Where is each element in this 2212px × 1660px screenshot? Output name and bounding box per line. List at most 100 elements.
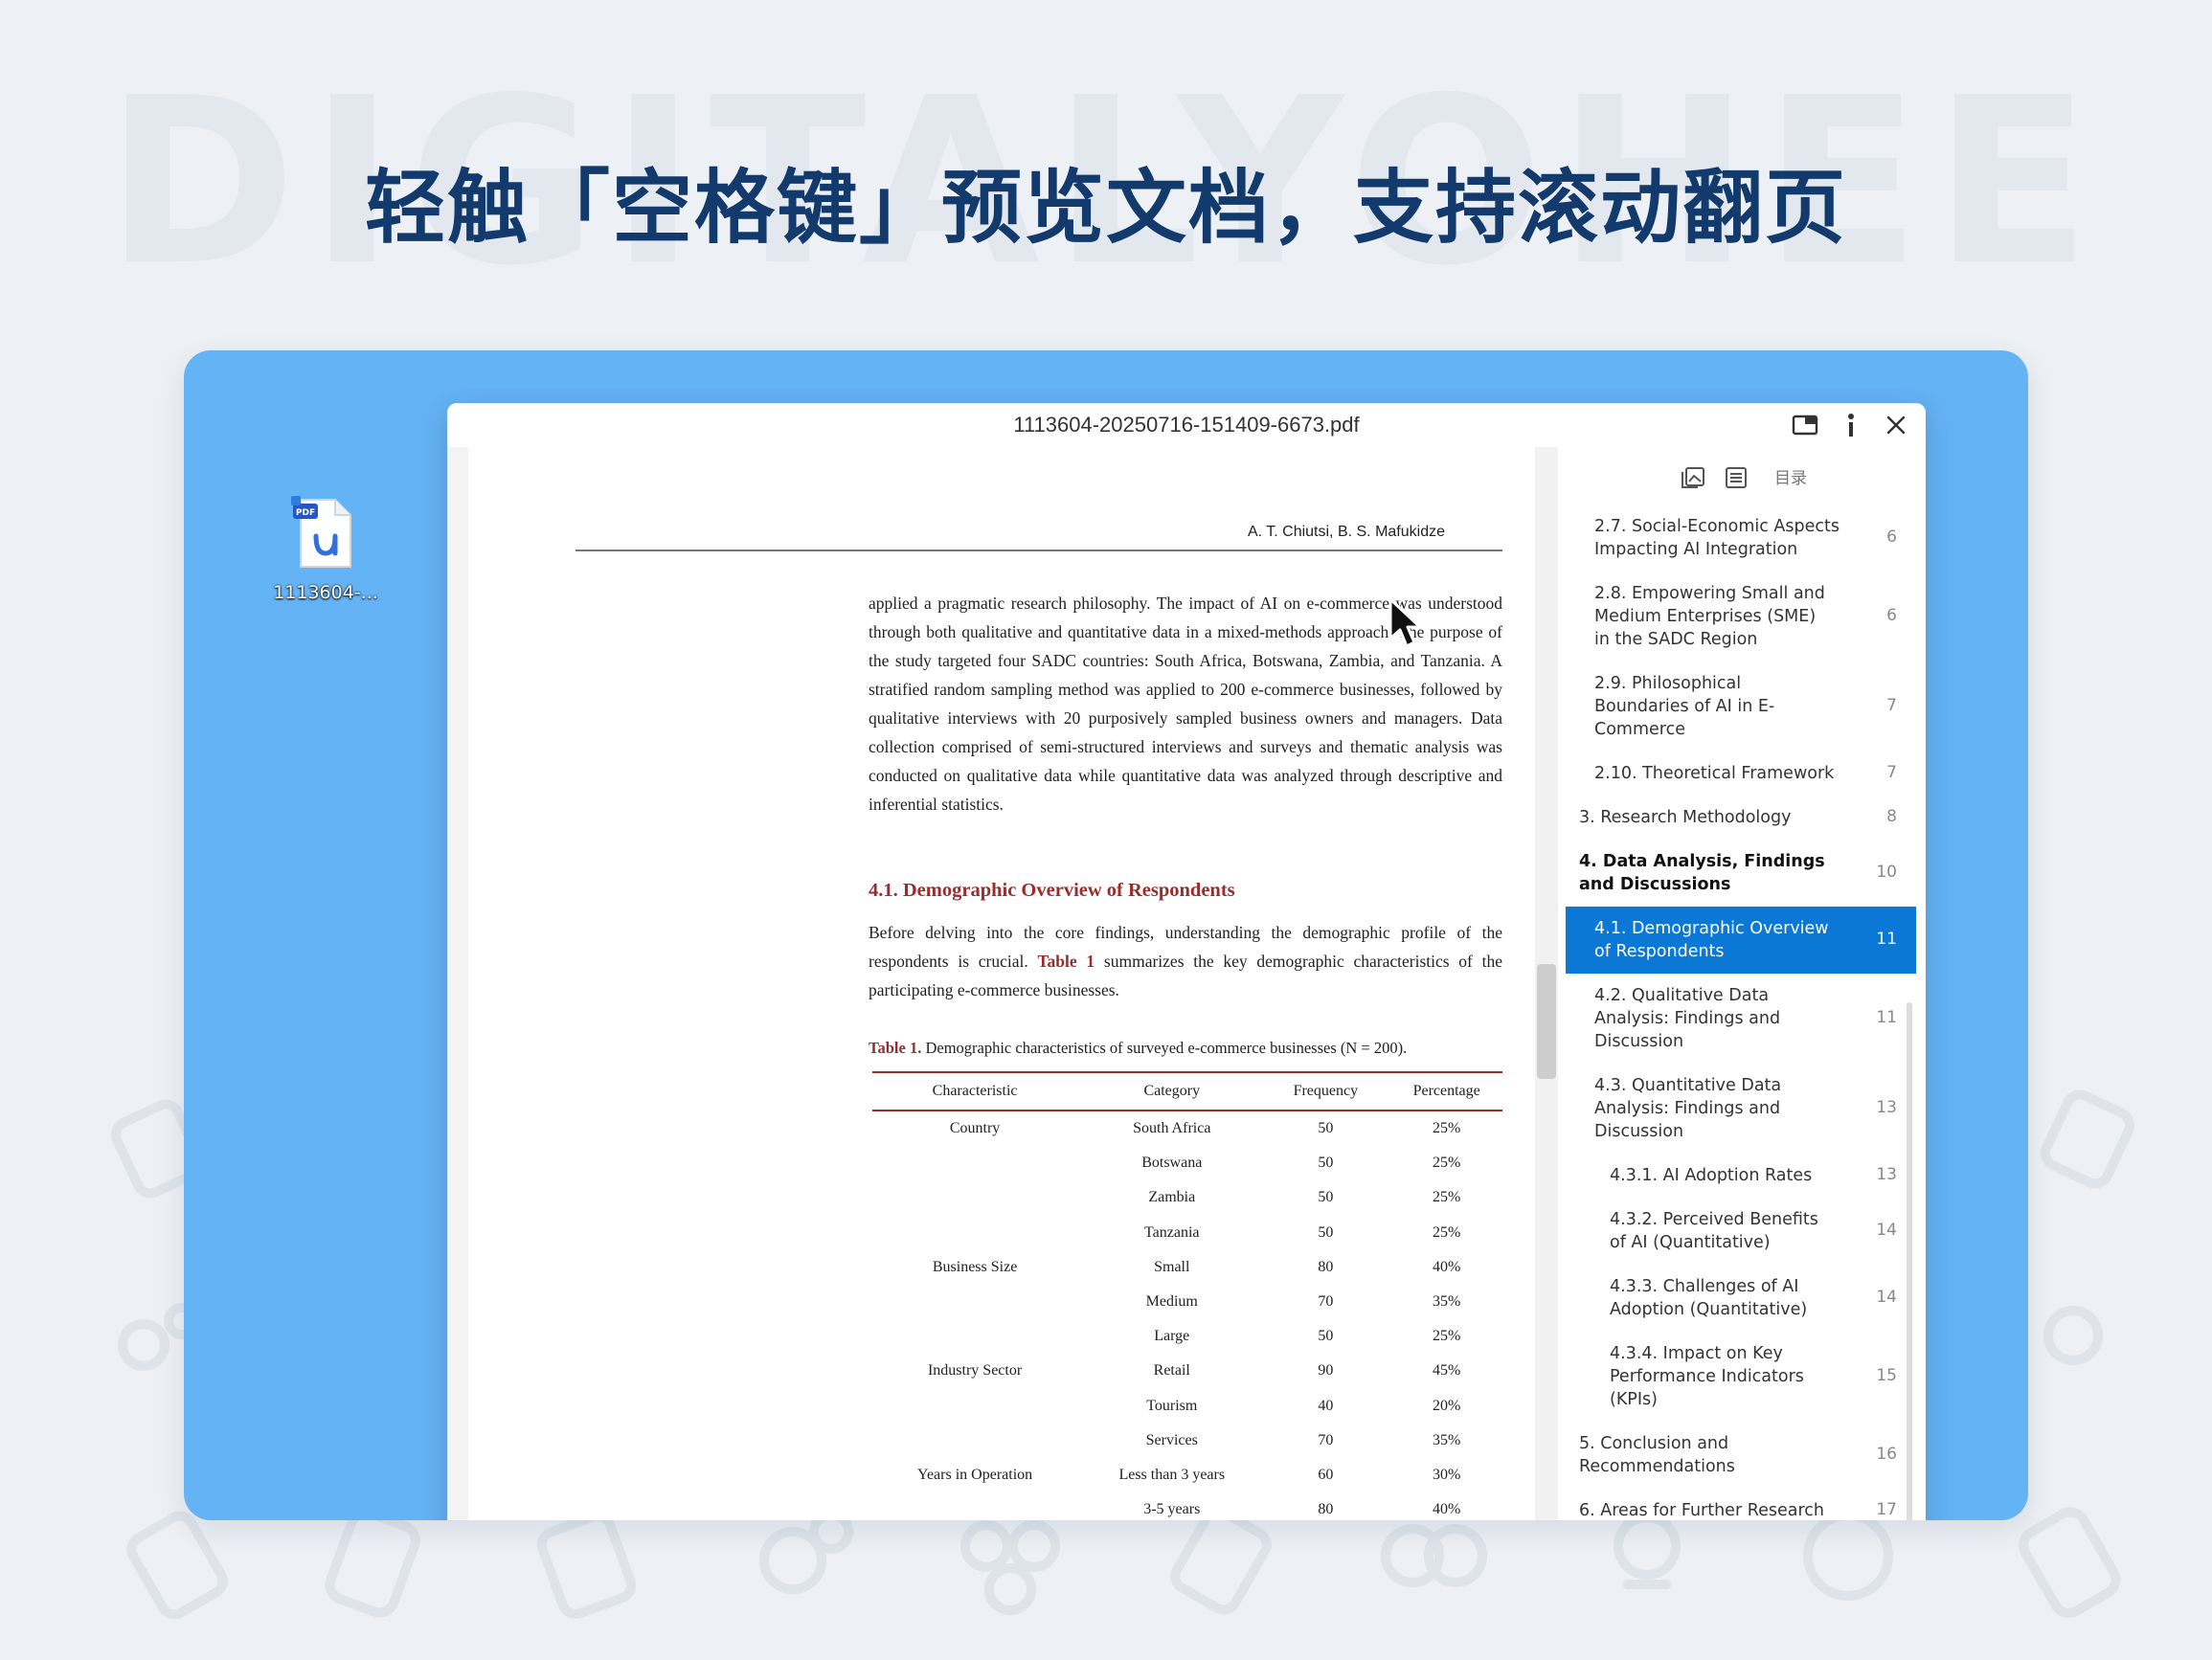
toc-item-line: 4. Data Analysis, Findings <box>1579 852 1825 871</box>
table-row: Medium 70 35% <box>872 1285 1502 1319</box>
table-cell <box>872 1180 1077 1215</box>
table-cell: 25% <box>1432 1223 1461 1241</box>
desktop-area: PDF 1113604-... 1113604-20250716-151409-… <box>184 350 2028 1520</box>
table-row: Large 50 25% <box>872 1319 1502 1354</box>
toc-item-line: Boundaries of AI in E- <box>1594 697 1775 716</box>
toc-item-line: Commerce <box>1594 720 1685 739</box>
table-cell: 30% <box>1432 1466 1461 1483</box>
table-cell: Botswana <box>1141 1155 1203 1172</box>
toc-item-line: in the SADC Region <box>1594 630 1758 649</box>
toc-item[interactable]: 4.3.2. Perceived Benefits of AI (Quantita… <box>1566 1198 1916 1265</box>
toc-item-line: Adoption (Quantitative) <box>1610 1300 1808 1319</box>
table-cell: 80 <box>1318 1258 1334 1275</box>
toc-item-label: 4.3.2. Perceived Benefits of AI (Quantita… <box>1610 1208 1859 1254</box>
toc-item-label: 2.7. Social-Economic Aspects Impacting AI… <box>1594 515 1843 561</box>
document-scrollbar[interactable] <box>1535 447 1558 1520</box>
table-cell: 25% <box>1432 1120 1461 1137</box>
toc-item-page: 7 <box>1886 763 1897 782</box>
toc-item[interactable]: 5. Conclusion and Recommendations 16 <box>1566 1422 1916 1489</box>
header-rule <box>576 550 1502 551</box>
close-button[interactable] <box>1881 411 1911 439</box>
toc-item[interactable]: 2.7. Social-Economic Aspects Impacting AI… <box>1566 505 1916 572</box>
toc-item-label: 6. Areas for Further Research <box>1579 1499 1828 1520</box>
toc-list-icon[interactable] <box>1725 466 1748 489</box>
toc-item-line: 4.2. Qualitative Data <box>1594 986 1770 1005</box>
table-cell: Medium <box>1145 1293 1198 1311</box>
table-label: Table 1. <box>869 1039 922 1057</box>
toc-item-line: 4.1. Demographic Overview <box>1594 919 1829 938</box>
document-page[interactable]: A. T. Chiutsi, B. S. Mafukidze applied a… <box>468 447 1502 1520</box>
table-header: Percentage <box>1385 1071 1502 1111</box>
table-cell: 90 <box>1318 1362 1334 1380</box>
table-cell: Zambia <box>1148 1189 1196 1206</box>
table-row: Botswana 50 25% <box>872 1146 1502 1180</box>
table-cell: 40% <box>1432 1258 1461 1275</box>
toc-item[interactable]: 4.3. Quantitative Data Analysis: Findings… <box>1566 1064 1916 1154</box>
running-head: A. T. Chiutsi, B. S. Mafukidze <box>1247 524 1445 540</box>
table-cell: 60 <box>1318 1466 1334 1483</box>
toc-item-line: Recommendations <box>1579 1457 1735 1476</box>
table-header: Category <box>1077 1071 1267 1111</box>
headline: 轻触「空格键」预览文档，支持滚动翻页 <box>364 161 1847 255</box>
toc-item[interactable]: 2.10. Theoretical Framework 7 <box>1566 751 1916 796</box>
table-cell: 40 <box>1318 1397 1334 1414</box>
toc-item[interactable]: 4. Data Analysis, Findings and Discussion… <box>1566 840 1916 907</box>
toc-item[interactable]: 4.3.4. Impact on Key Performance Indicato… <box>1566 1332 1916 1422</box>
toc-item-line: 2.7. Social-Economic Aspects <box>1594 517 1840 536</box>
toc-item[interactable]: 4.1. Demographic Overview of Respondents 1… <box>1566 907 1916 974</box>
toc-item-line: and Discussions <box>1579 875 1731 894</box>
toc-item-page: 14 <box>1876 1288 1897 1307</box>
toc-item-line: Performance Indicators <box>1610 1367 1804 1386</box>
toc-item-label: 4.3.1. AI Adoption Rates <box>1610 1164 1859 1187</box>
table-cell: Tourism <box>1146 1397 1198 1414</box>
toc-item-line: 4.3.2. Perceived Benefits <box>1610 1210 1818 1229</box>
title-bar[interactable]: 1113604-20250716-151409-6673.pdf <box>447 403 1926 447</box>
toc-item-line: 4.3. Quantitative Data <box>1594 1076 1782 1095</box>
toc-item-label: 2.9. Philosophical Boundaries of AI in E-… <box>1594 672 1843 741</box>
toc-item[interactable]: 4.2. Qualitative Data Analysis: Findings … <box>1566 974 1916 1064</box>
toc-item-label: 4.3.4. Impact on Key Performance Indicato… <box>1610 1342 1859 1411</box>
table-cell: 40% <box>1432 1501 1461 1518</box>
table-cell <box>872 1319 1077 1354</box>
toc-item-page: 7 <box>1886 696 1897 715</box>
toc-item-label: 4.3. Quantitative Data Analysis: Findings… <box>1594 1074 1843 1143</box>
table-cell: 25% <box>1432 1328 1461 1345</box>
toc-item[interactable]: 2.8. Empowering Small and Medium Enterpri… <box>1566 572 1916 662</box>
table-cell: Services <box>1145 1431 1198 1448</box>
table-cell: 50 <box>1318 1155 1334 1172</box>
thumbnail-icon[interactable] <box>1681 466 1705 489</box>
sidebar-toolbar: 目录 <box>1566 447 1916 505</box>
window-mode-button[interactable] <box>1790 411 1820 439</box>
toc-label[interactable]: 目录 <box>1774 464 1807 488</box>
window-mode-icon <box>1792 415 1818 436</box>
table-cell: Large <box>1154 1328 1190 1345</box>
pdf-file-icon: PDF <box>291 496 351 568</box>
table-header: Frequency <box>1266 1071 1386 1111</box>
table-cell: Less than 3 years <box>1118 1466 1226 1483</box>
toc-item-page: 10 <box>1876 863 1897 882</box>
toc-item-page: 11 <box>1876 1008 1897 1027</box>
toc-item-line: Impacting AI Integration <box>1594 540 1798 559</box>
desktop-file-icon[interactable]: PDF 1113604-... <box>268 494 383 603</box>
toc-item-page: 15 <box>1876 1366 1897 1385</box>
info-button[interactable] <box>1836 411 1866 439</box>
table-cell <box>872 1285 1077 1319</box>
sidebar-scrollbar[interactable] <box>1907 1002 1912 1520</box>
table-cell: 50 <box>1318 1223 1334 1241</box>
toc-item[interactable]: 4.3.1. AI Adoption Rates 13 <box>1566 1154 1916 1198</box>
toc-item-label: 3. Research Methodology <box>1579 806 1828 829</box>
scrollbar-thumb[interactable] <box>1537 964 1556 1079</box>
toc-item-line: 5. Conclusion and <box>1579 1434 1729 1453</box>
toc-item[interactable]: 3. Research Methodology 8 <box>1566 796 1916 840</box>
toc-item[interactable]: 4.3.3. Challenges of AI Adoption (Quantit… <box>1566 1265 1916 1332</box>
table-cell: 45% <box>1432 1362 1461 1380</box>
table-cell: Small <box>1154 1258 1190 1275</box>
toc-item-line: 4.3.1. AI Adoption Rates <box>1610 1166 1813 1185</box>
desktop-file-caption: 1113604-... <box>273 582 378 603</box>
table-cell: 50 <box>1318 1189 1334 1206</box>
table-reference-link[interactable]: Table 1 <box>1037 952 1095 971</box>
toc-item[interactable]: 2.9. Philosophical Boundaries of AI in E-… <box>1566 662 1916 751</box>
section-heading: 4.1. Demographic Overview of Respondents <box>869 880 1235 901</box>
toc-item-line: 4.3.3. Challenges of AI <box>1610 1277 1799 1296</box>
toc-item[interactable]: 6. Areas for Further Research 17 <box>1566 1489 1916 1520</box>
